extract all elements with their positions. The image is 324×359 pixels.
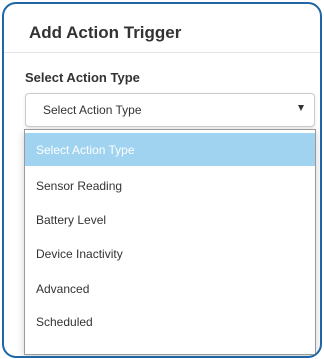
dropdown-option-sensor-reading[interactable]: Sensor Reading xyxy=(25,169,315,202)
modal-title: Add Action Trigger xyxy=(29,23,182,42)
action-type-select[interactable]: Select Action Type xyxy=(25,93,315,127)
dropdown-option-battery-level[interactable]: Battery Level xyxy=(25,203,315,236)
dropdown-option-select-action-type[interactable]: Select Action Type xyxy=(25,133,315,166)
dropdown-option-scheduled[interactable]: Scheduled xyxy=(25,305,315,338)
dropdown-option-label: Sensor Reading xyxy=(36,179,123,193)
dropdown-option-label: Battery Level xyxy=(36,213,107,227)
dropdown-option-label: Select Action Type xyxy=(36,143,135,157)
dropdown-option-device-inactivity[interactable]: Device Inactivity xyxy=(25,237,315,270)
add-action-trigger-modal: Add Action Trigger Select Action Type Se… xyxy=(2,2,322,358)
modal-header: Add Action Trigger xyxy=(4,4,320,53)
action-type-label: Select Action Type xyxy=(25,70,140,85)
dropdown-option-advanced[interactable]: Advanced xyxy=(25,272,315,305)
dropdown-option-label: Scheduled xyxy=(36,315,93,329)
dropdown-option-label: Device Inactivity xyxy=(36,247,123,261)
action-type-select-value: Select Action Type xyxy=(43,103,142,117)
caret-down-icon xyxy=(298,105,304,111)
dropdown-option-label: Advanced xyxy=(36,282,90,296)
action-type-dropdown-list: Select Action Type Sensor Reading Batter… xyxy=(24,129,316,355)
